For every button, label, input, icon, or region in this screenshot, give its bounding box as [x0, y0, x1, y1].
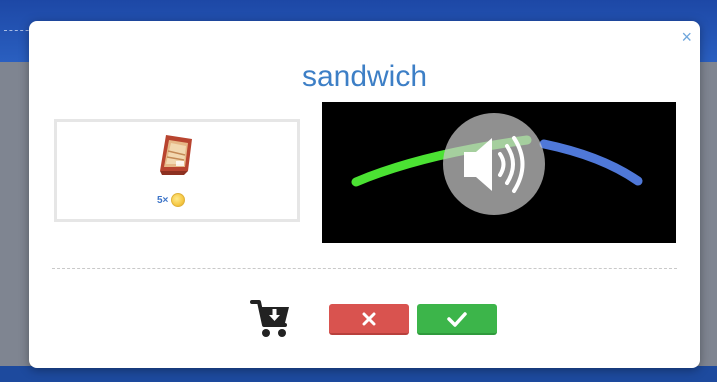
cart-download-icon[interactable] [250, 297, 292, 341]
app-footer-background [0, 366, 717, 382]
coin-icon [171, 193, 186, 207]
x-icon [362, 312, 376, 325]
audio-player[interactable] [322, 102, 676, 243]
audio-waveform [351, 113, 643, 215]
check-icon [447, 311, 467, 327]
close-button[interactable]: × [681, 27, 692, 47]
pitch-curve-blue [539, 139, 643, 186]
speaker-icon[interactable] [443, 113, 545, 215]
item-dialog: × sandwich 5× [29, 21, 700, 368]
cancel-button[interactable] [329, 304, 409, 335]
sandwich-icon [160, 135, 192, 175]
dialog-title: sandwich [301, 60, 428, 93]
price-count: 5× [157, 194, 169, 206]
item-card: 5× [54, 119, 300, 222]
item-price: 5× [157, 191, 186, 209]
confirm-button[interactable] [417, 304, 497, 335]
dialog-divider [52, 268, 677, 269]
